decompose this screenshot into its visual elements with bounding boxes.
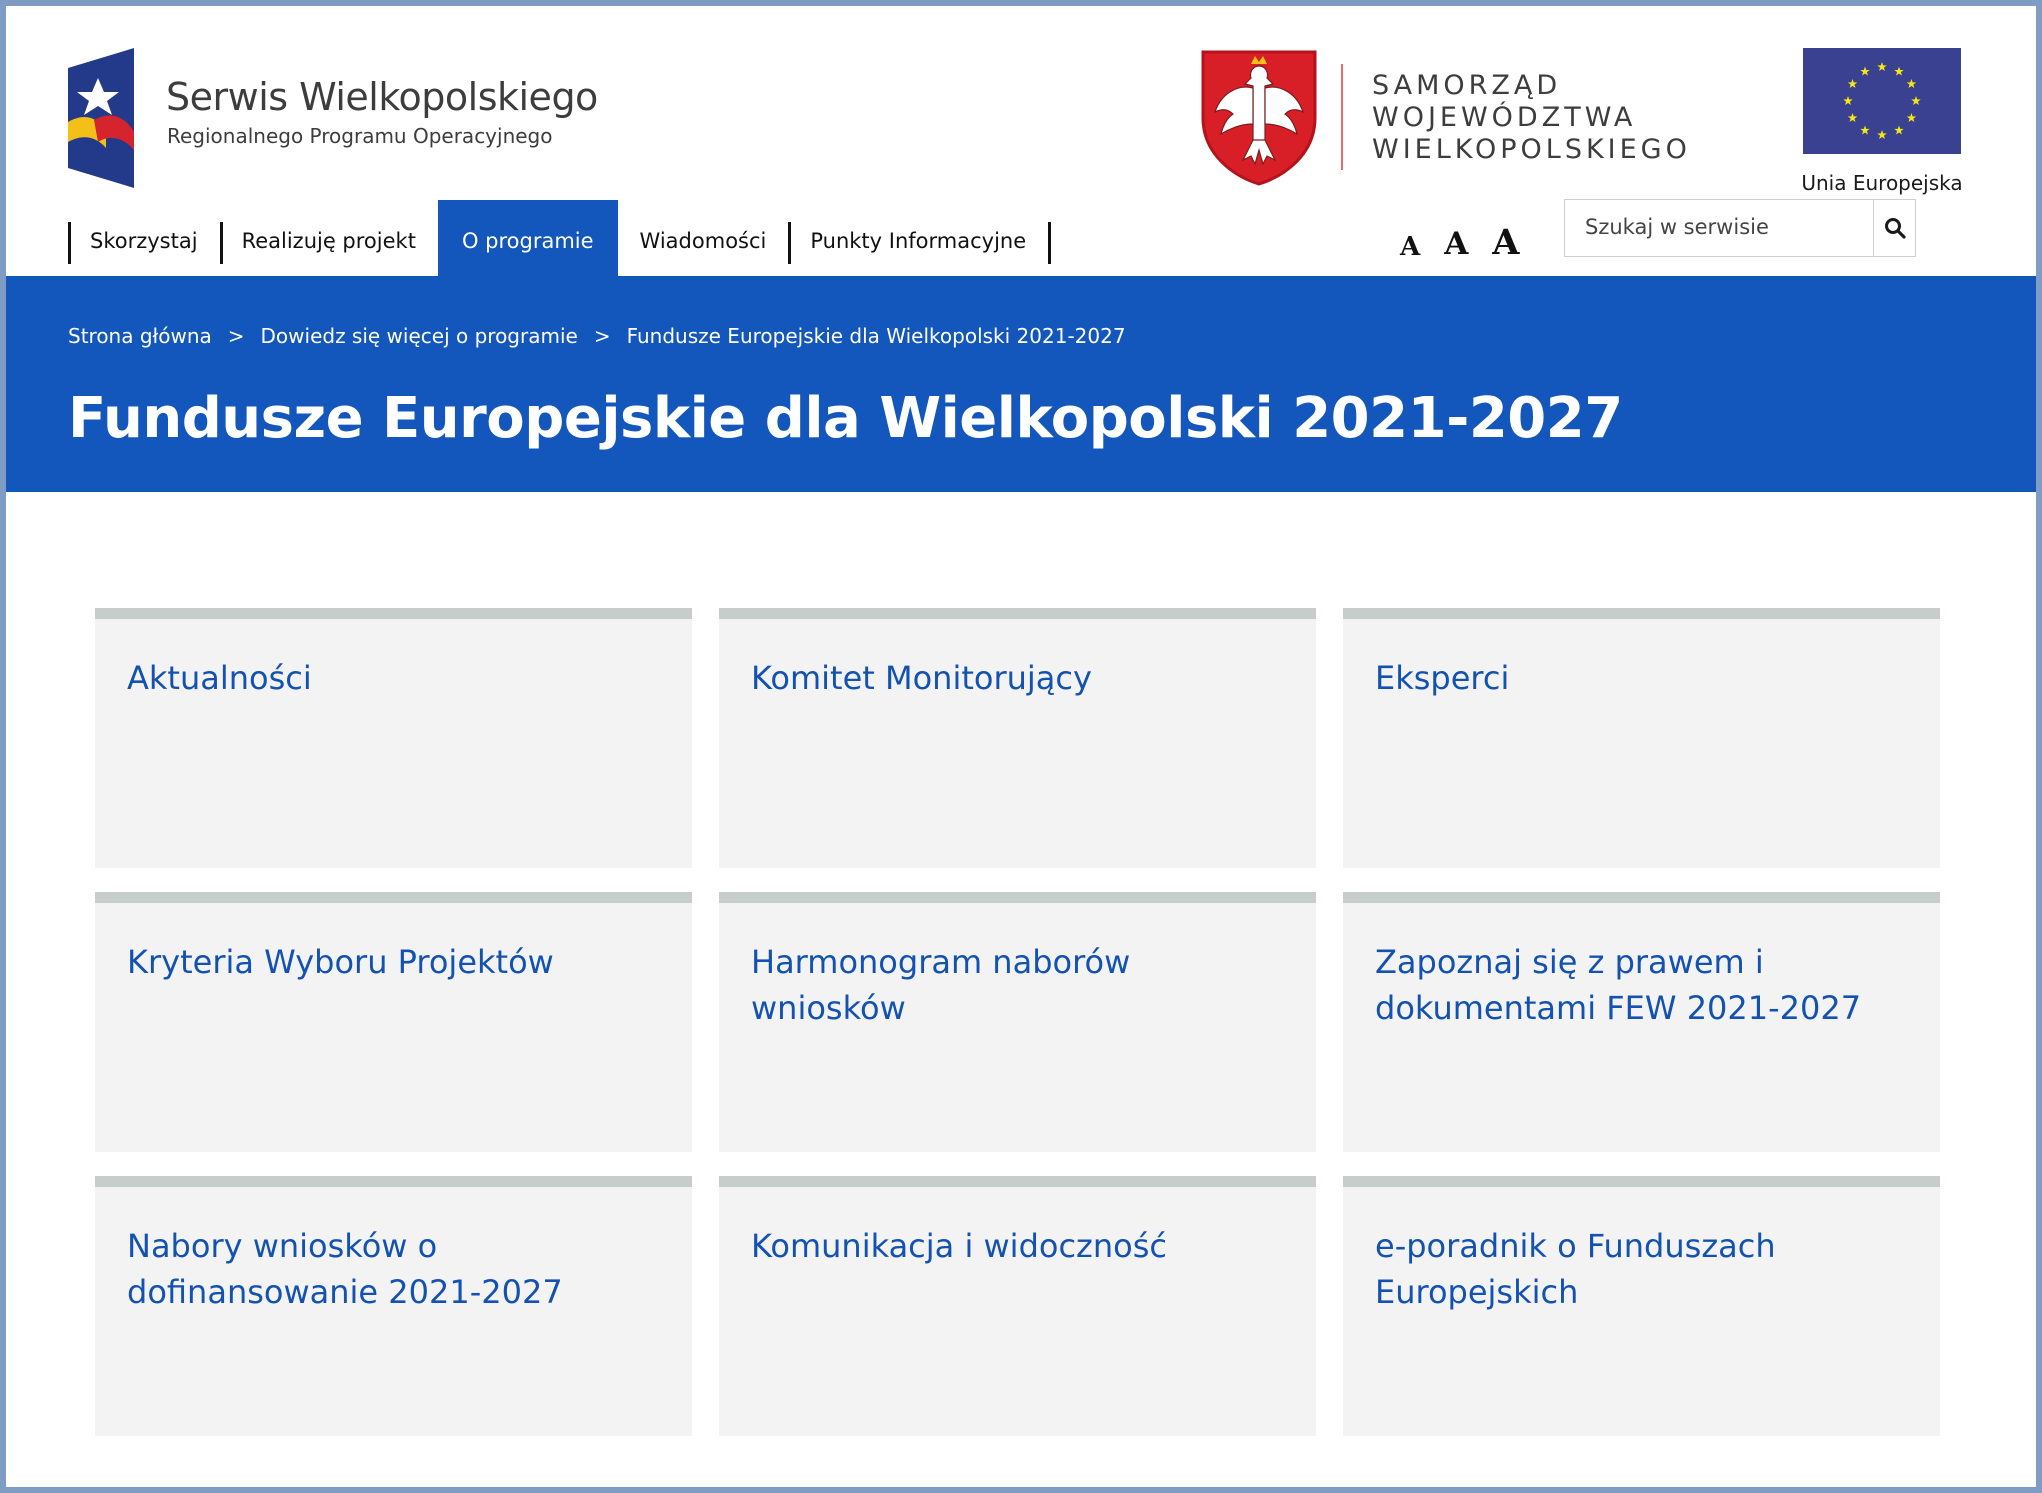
samorzad-logo-text[interactable]: SAMORZĄD WOJEWÓDZTWA WIELKOPOLSKIEGO: [1372, 70, 1691, 166]
logo-title[interactable]: Serwis Wielkopolskiego: [166, 75, 598, 119]
nav-item-realizuje-projekt[interactable]: Realizuję projekt: [219, 200, 438, 282]
logo-subtitle: Regionalnego Programu Operacyjnego: [167, 124, 553, 148]
tile-eksperci[interactable]: Eksperci: [1343, 608, 1940, 868]
tile-label: Harmonogram naborów wniosków: [751, 943, 1131, 1027]
tile-grid: Aktualności Komitet Monitorujący Eksperc…: [95, 608, 1995, 1436]
fundusze-europejskie-logo-icon[interactable]: [68, 48, 142, 188]
logo-divider: [1341, 64, 1343, 170]
breadcrumb-item-program[interactable]: Dowiedz się więcej o programie: [261, 324, 578, 348]
page-title: Fundusze Europejskie dla Wielkopolski 20…: [68, 386, 1623, 451]
eu-flag-icon[interactable]: [1803, 48, 1961, 154]
tile-label: e-poradnik o Funduszach Europejskich: [1375, 1227, 1776, 1311]
tile-label: Zapoznaj się z prawem i dokumentami FEW …: [1375, 943, 1862, 1027]
search-button[interactable]: [1873, 200, 1915, 256]
font-size-medium-button[interactable]: A: [1444, 229, 1468, 260]
page: Serwis Wielkopolskiego Regionalnego Prog…: [6, 6, 2036, 1487]
nav-item-punkty-informacyjne[interactable]: Punkty Informacyjne: [788, 200, 1051, 282]
wielkopolska-crest-icon: [1201, 50, 1317, 186]
nav-item-wiadomosci[interactable]: Wiadomości: [618, 200, 789, 282]
breadcrumb-separator: >: [227, 324, 245, 348]
nav-item-skorzystaj[interactable]: Skorzystaj: [68, 200, 220, 282]
breadcrumb-item-home[interactable]: Strona główna: [68, 324, 212, 348]
eu-label: Unia Europejska: [1801, 171, 1963, 195]
tile-label: Aktualności: [127, 659, 312, 697]
samorzad-line: WOJEWÓDZTWA: [1372, 102, 1637, 133]
tile-nabory-wnioskow[interactable]: Nabory wniosków o dofinansowanie 2021-20…: [95, 1176, 692, 1436]
tile-komunikacja[interactable]: Komunikacja i widoczność: [719, 1176, 1316, 1436]
tile-label: Nabory wniosków o dofinansowanie 2021-20…: [127, 1227, 563, 1311]
tile-label: Kryteria Wyboru Projektów: [127, 943, 554, 981]
nav-item-o-programie[interactable]: O programie: [437, 200, 618, 282]
tile-label: Komitet Monitorujący: [751, 659, 1092, 697]
tile-label: Komunikacja i widoczność: [751, 1227, 1167, 1265]
tile-label: Eksperci: [1375, 659, 1510, 697]
tile-prawo-dokumenty[interactable]: Zapoznaj się z prawem i dokumentami FEW …: [1343, 892, 1940, 1152]
breadcrumb: Strona główna > Dowiedz się więcej o pro…: [68, 324, 1126, 348]
search-input[interactable]: [1565, 200, 1873, 254]
tile-e-poradnik[interactable]: e-poradnik o Funduszach Europejskich: [1343, 1176, 1940, 1436]
breadcrumb-separator: >: [593, 324, 611, 348]
tile-harmonogram[interactable]: Harmonogram naborów wniosków: [719, 892, 1316, 1152]
main-nav: Skorzystaj Realizuję projekt O programie…: [68, 200, 1051, 282]
tile-kryteria-wyboru[interactable]: Kryteria Wyboru Projektów: [95, 892, 692, 1152]
font-size-small-button[interactable]: A: [1400, 234, 1420, 260]
page-header-banner: Strona główna > Dowiedz się więcej o pro…: [6, 276, 2036, 492]
search-box: [1564, 199, 1916, 257]
font-size-large-button[interactable]: A: [1492, 225, 1519, 260]
samorzad-line: SAMORZĄD: [1372, 70, 1562, 101]
tile-komitet-monitorujacy[interactable]: Komitet Monitorujący: [719, 608, 1316, 868]
tile-aktualnosci[interactable]: Aktualności: [95, 608, 692, 868]
font-size-controls: A A A: [1400, 214, 1519, 260]
breadcrumb-item-current: Fundusze Europejskie dla Wielkopolski 20…: [626, 324, 1126, 348]
samorzad-line: WIELKOPOLSKIEGO: [1372, 134, 1691, 165]
search-icon: [1884, 218, 1906, 239]
